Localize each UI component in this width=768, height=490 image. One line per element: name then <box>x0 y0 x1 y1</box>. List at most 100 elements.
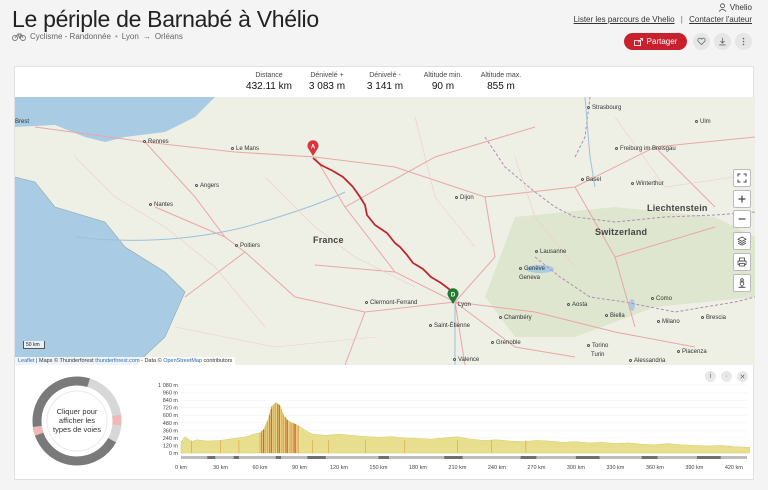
city-label: Dijon <box>455 195 474 201</box>
zoom-out-button[interactable] <box>733 210 751 228</box>
favorite-button[interactable] <box>693 33 710 50</box>
route-from: Lyon <box>121 32 139 41</box>
zoom-out-icon <box>738 218 746 220</box>
user-name: Vhelio <box>729 3 752 12</box>
x-tick-label: 210 km <box>448 465 466 471</box>
city-label: Nantes <box>149 202 173 208</box>
thunderforest-link[interactable]: thunderforest.com <box>95 358 139 364</box>
stat-label: Altitude max. <box>480 72 522 79</box>
more-icon <box>742 37 745 46</box>
link-separator: | <box>680 15 683 24</box>
city-label: Genève <box>519 266 545 272</box>
user-name-link[interactable]: Vhelio <box>574 3 752 12</box>
city-label: Chambéry <box>499 315 532 321</box>
heart-icon <box>697 37 706 46</box>
map-attribution: Leaflet | Maps © Thunderforest thunderfo… <box>15 357 236 365</box>
x-tick-label: 120 km <box>330 465 348 471</box>
page-title: Le périple de Barnabé à Vhélio <box>12 6 319 32</box>
city-label: Saint-Étienne <box>429 323 470 329</box>
road-type-segment <box>641 456 658 459</box>
city-label: Brescia <box>701 315 726 321</box>
pegman-icon <box>738 278 746 288</box>
close-icon: ✕ <box>739 373 746 381</box>
road-type-segment <box>378 456 389 459</box>
fullscreen-button[interactable] <box>733 169 751 187</box>
road-type-segment <box>696 456 721 459</box>
contact-author-link[interactable]: Contacter l'auteur <box>689 15 752 24</box>
road-type-segment <box>520 456 537 459</box>
y-tick-label: 0 m <box>169 451 179 457</box>
city-label: Turin <box>591 352 605 358</box>
y-tick-label: 360 m <box>163 428 179 434</box>
x-tick-label: 300 km <box>567 465 585 471</box>
y-tick-label: 1 080 m <box>158 383 178 389</box>
stat-altitude-max: Altitude max. 855 m <box>472 67 530 97</box>
stat-value: 855 m <box>487 81 515 92</box>
country-label: Liechtenstein <box>647 203 708 213</box>
road-type-segment <box>275 456 282 459</box>
toggle-icon: · <box>725 373 728 380</box>
city-label: Torino <box>587 343 608 349</box>
leaflet-link[interactable]: Leaflet <box>18 358 35 364</box>
x-tick-label: 390 km <box>685 465 703 471</box>
x-tick-label: 330 km <box>606 465 624 471</box>
city-label: Aosta <box>567 302 587 308</box>
start-marker[interactable]: A <box>306 139 320 157</box>
route-to: Orléans <box>154 32 183 41</box>
stat-value: 90 m <box>431 81 455 92</box>
fullscreen-icon <box>737 173 747 183</box>
info-icon: i <box>709 373 712 380</box>
user-links: Lister les parcours de Vhelio | Contacte… <box>574 15 752 24</box>
y-tick-label: 240 m <box>163 436 179 442</box>
stats-bar: Distance 432.11 km Dénivelé + 3 083 m Dé… <box>15 67 755 97</box>
city-label: Milano <box>657 319 680 325</box>
map-scale: 50 km <box>23 341 45 349</box>
end-marker[interactable]: D <box>446 287 460 305</box>
city-label: Basel <box>581 177 601 183</box>
more-button[interactable] <box>735 33 752 50</box>
streetview-button[interactable] <box>733 274 751 292</box>
elevation-area <box>180 402 750 454</box>
stat-value: 3 083 m <box>308 81 346 92</box>
y-tick-label: 720 m <box>163 406 179 412</box>
print-icon <box>737 257 747 267</box>
city-label: Como <box>651 296 672 302</box>
share-button[interactable]: Partager <box>624 33 687 50</box>
print-button[interactable] <box>733 253 751 271</box>
x-tick-label: 90 km <box>292 465 307 471</box>
zoom-in-icon <box>738 195 746 203</box>
road-type-donut[interactable]: Cliquer pour afficher les types de voies <box>31 375 123 467</box>
user-icon <box>718 3 727 12</box>
stat-value: 3 141 m <box>366 81 404 92</box>
city-label: Biella <box>605 313 625 319</box>
y-tick-label: 600 m <box>163 413 179 419</box>
city-label: Ulm <box>695 119 711 125</box>
osm-link[interactable]: OpenStreetMap <box>163 358 202 364</box>
road-type-segment <box>307 456 326 459</box>
city-label: Freiburg im Breisgau <box>615 146 676 152</box>
city-label: Lausanne <box>535 249 566 255</box>
start-marker-label: A <box>311 145 316 151</box>
x-tick-label: 180 km <box>409 465 427 471</box>
elevation-profile[interactable]: 1 080 m 960 m 840 m 720 m 600 m 480 m 360 m 240… <box>135 381 751 477</box>
zoom-in-button[interactable] <box>733 190 751 208</box>
end-marker-label: D <box>451 293 456 299</box>
city-label: Piacenza <box>677 349 707 355</box>
route-map[interactable]: Brest Rennes Le Mans Angers Nantes Poiti… <box>15 97 755 365</box>
share-label: Partager <box>646 37 678 46</box>
y-tick-label: 120 m <box>163 443 179 449</box>
layers-button[interactable] <box>733 232 751 250</box>
city-label: Poitiers <box>235 243 260 249</box>
category-label: Cyclisme - Randonnée <box>30 32 111 41</box>
city-label: Strasbourg <box>587 105 621 111</box>
city-label: Clermont-Ferrand <box>365 300 417 306</box>
stat-label: Altitude min. <box>423 72 463 79</box>
road-type-segment <box>444 456 463 459</box>
city-label: Valence <box>453 357 479 363</box>
city-label: Le Mans <box>231 146 259 152</box>
stat-label: Dénivelé - <box>369 72 401 79</box>
download-button[interactable] <box>714 33 731 50</box>
road-type-segment <box>575 456 600 459</box>
city-label: Alessandria <box>629 358 665 364</box>
list-routes-link[interactable]: Lister les parcours de Vhelio <box>574 15 675 24</box>
